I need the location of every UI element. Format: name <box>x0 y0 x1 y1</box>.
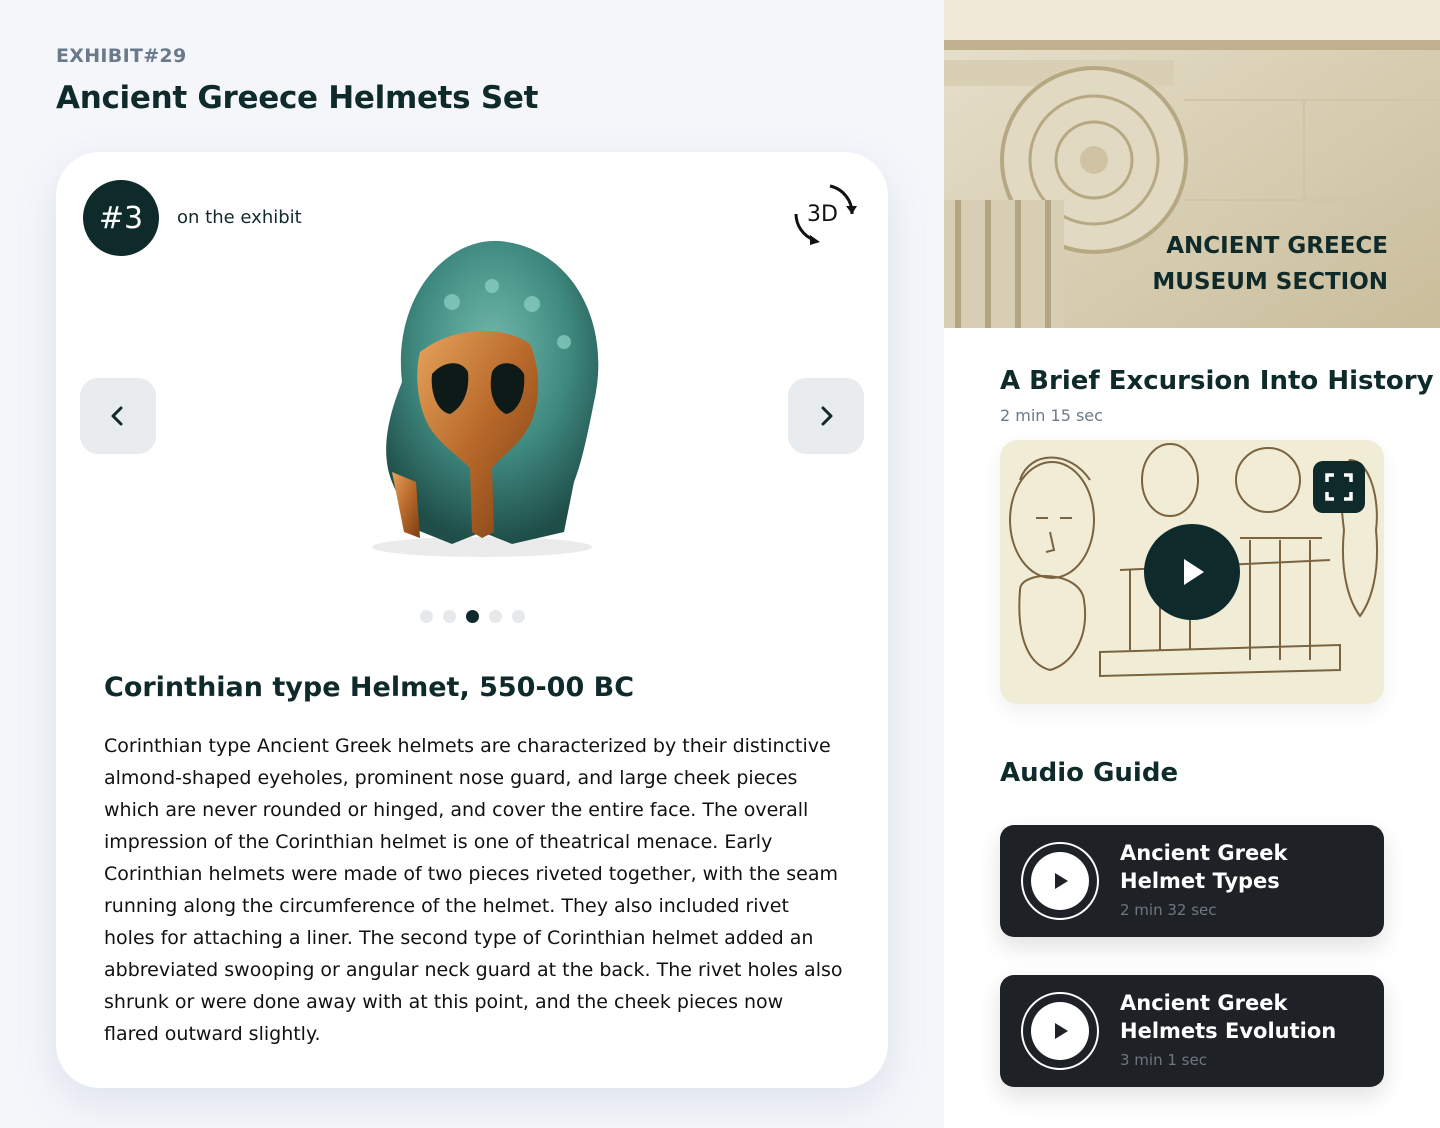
item-description: Corinthian type Ancient Greek helmets ar… <box>104 735 843 1045</box>
fullscreen-button[interactable] <box>1313 461 1365 513</box>
audio-track-title: Ancient Greek Helmet Types <box>1120 841 1288 893</box>
exhibit-panel: EXHIBIT#29 Ancient Greece Helmets Set #3… <box>0 0 944 1128</box>
next-button[interactable] <box>788 378 864 454</box>
rank-caption: on the exhibit <box>177 207 302 228</box>
view-3d-label: 3D <box>807 202 838 227</box>
video-duration: 2 min 15 sec <box>1000 406 1103 425</box>
audio-track-title: Ancient Greek Helmets Evolution <box>1120 991 1337 1043</box>
item-title: Corinthian type Helmet, 550-00 BC <box>104 672 635 703</box>
hero-caption-line2: MUSEUM SECTION <box>1152 269 1388 295</box>
carousel-dot[interactable] <box>512 610 525 623</box>
hero-caption-line1: ANCIENT GREECE <box>1166 233 1388 259</box>
audio-play-circle <box>1031 1002 1089 1060</box>
video-play-button[interactable] <box>1144 524 1240 620</box>
video-player[interactable] <box>1000 440 1384 704</box>
museum-sidebar: ANCIENT GREECE MUSEUM SECTION A Brief Ex… <box>944 0 1440 1128</box>
previous-button[interactable] <box>80 378 156 454</box>
carousel-dot[interactable] <box>443 610 456 623</box>
audio-track[interactable]: Ancient Greek Helmet Types 2 min 32 sec <box>1000 825 1384 937</box>
exhibit-number: EXHIBIT#29 <box>56 45 187 67</box>
page-title: Ancient Greece Helmets Set <box>56 80 539 116</box>
audio-track-duration: 2 min 32 sec <box>1120 901 1217 919</box>
play-icon <box>1055 1023 1068 1039</box>
rotate-3d-icon: 3D <box>794 184 857 245</box>
audio-play-button[interactable] <box>1021 842 1099 920</box>
audio-guide-heading: Audio Guide <box>1000 758 1179 788</box>
audio-play-circle <box>1031 852 1089 910</box>
chevron-right-icon <box>821 406 833 426</box>
fullscreen-icon <box>1325 473 1353 501</box>
play-icon <box>1055 873 1068 889</box>
carousel-dot[interactable] <box>420 610 433 623</box>
exhibit-card: #3 on the exhibit 3D Corinthian type Hel… <box>56 152 888 1088</box>
helmet-image <box>372 240 599 557</box>
rank-badge: #3 <box>83 180 159 256</box>
carousel-dot[interactable] <box>489 610 502 623</box>
view-3d-button[interactable]: 3D <box>790 178 860 248</box>
play-icon <box>1184 559 1204 585</box>
carousel-dots <box>420 610 525 623</box>
audio-play-button[interactable] <box>1021 992 1099 1070</box>
hero-image: ANCIENT GREECE MUSEUM SECTION <box>944 0 1440 328</box>
chevron-left-icon <box>111 406 123 426</box>
audio-track-duration: 3 min 1 sec <box>1120 1051 1207 1069</box>
audio-track[interactable]: Ancient Greek Helmets Evolution 3 min 1 … <box>1000 975 1384 1087</box>
carousel-dot-active[interactable] <box>466 610 479 623</box>
hero-caption: ANCIENT GREECE MUSEUM SECTION <box>1152 228 1388 300</box>
video-title: A Brief Excursion Into History <box>1000 366 1434 396</box>
